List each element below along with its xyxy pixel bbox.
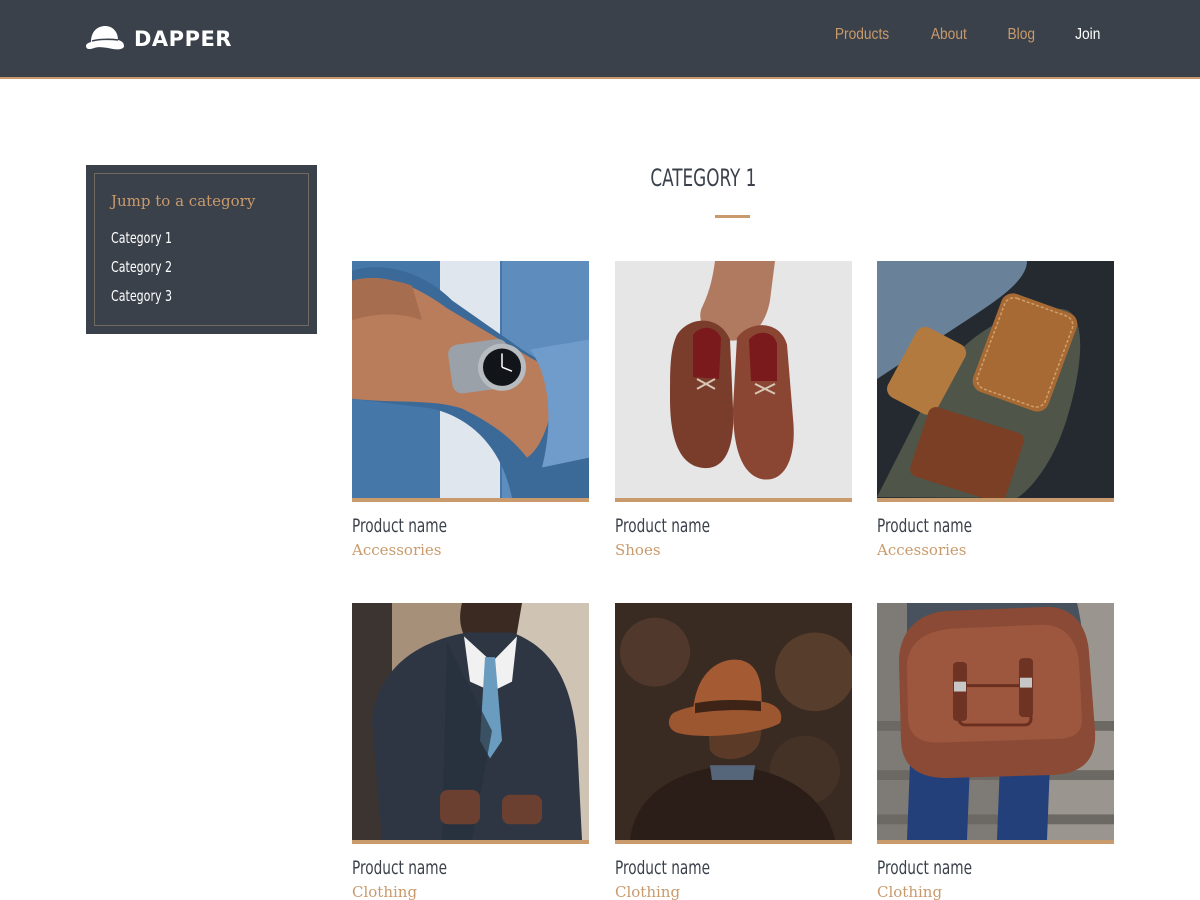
product-category: Clothing	[352, 883, 418, 900]
sidebar-frame: Jump to a category Category 1 Category 2…	[94, 173, 309, 326]
product-category: Clothing	[877, 883, 943, 900]
product-name[interactable]: Product name	[615, 515, 805, 537]
product-card[interactable]: Product name Clothing	[352, 603, 589, 900]
product-category: Accessories	[352, 541, 442, 559]
main-nav: Products About Blog Join	[790, 26, 1100, 44]
sidebar-title: Jump to a category	[111, 192, 256, 210]
sidebar-item-category-1[interactable]: Category 1	[111, 224, 273, 253]
product-name[interactable]: Product name	[877, 857, 1067, 879]
title-divider	[715, 215, 750, 218]
product-card[interactable]: Product name Accessories	[352, 261, 589, 559]
nav-blog-link[interactable]: Blog	[1007, 26, 1035, 44]
sidebar-item-category-2[interactable]: Category 2	[111, 253, 273, 282]
brand-logo-link[interactable]: DAPPER	[85, 22, 232, 56]
nav-about-link[interactable]: About	[931, 26, 967, 44]
product-category: Clothing	[615, 883, 681, 900]
product-card[interactable]: Product name Clothing	[615, 603, 852, 900]
sidebar-item-category-3[interactable]: Category 3	[111, 282, 273, 311]
nav-products-link[interactable]: Products	[834, 26, 888, 44]
brand-name: DAPPER	[134, 27, 232, 51]
product-card[interactable]: Product name Clothing	[877, 603, 1114, 900]
wristwatch-photo[interactable]	[352, 261, 589, 502]
product-name[interactable]: Product name	[615, 857, 805, 879]
product-name[interactable]: Product name	[352, 857, 542, 879]
suit-man-photo[interactable]	[352, 603, 589, 844]
product-category: Shoes	[615, 541, 661, 559]
product-name[interactable]: Product name	[352, 515, 542, 537]
leather-cases-photo[interactable]	[877, 261, 1114, 502]
product-card[interactable]: Product name Shoes	[615, 261, 852, 559]
product-card[interactable]: Product name Accessories	[877, 261, 1114, 559]
product-category: Accessories	[877, 541, 967, 559]
leather-satchel-photo[interactable]	[877, 603, 1114, 844]
top-nav-bar: DAPPER Products About Blog Join	[0, 0, 1200, 79]
nav-join-link[interactable]: Join	[1075, 26, 1100, 44]
category-sidebar: Jump to a category Category 1 Category 2…	[86, 165, 317, 334]
product-name[interactable]: Product name	[877, 515, 1067, 537]
fedora-hat-photo[interactable]	[615, 603, 852, 844]
bowler-hat-icon	[86, 26, 124, 50]
brown-shoes-photo[interactable]	[615, 261, 852, 502]
page-title: CATEGORY 1	[650, 164, 757, 192]
